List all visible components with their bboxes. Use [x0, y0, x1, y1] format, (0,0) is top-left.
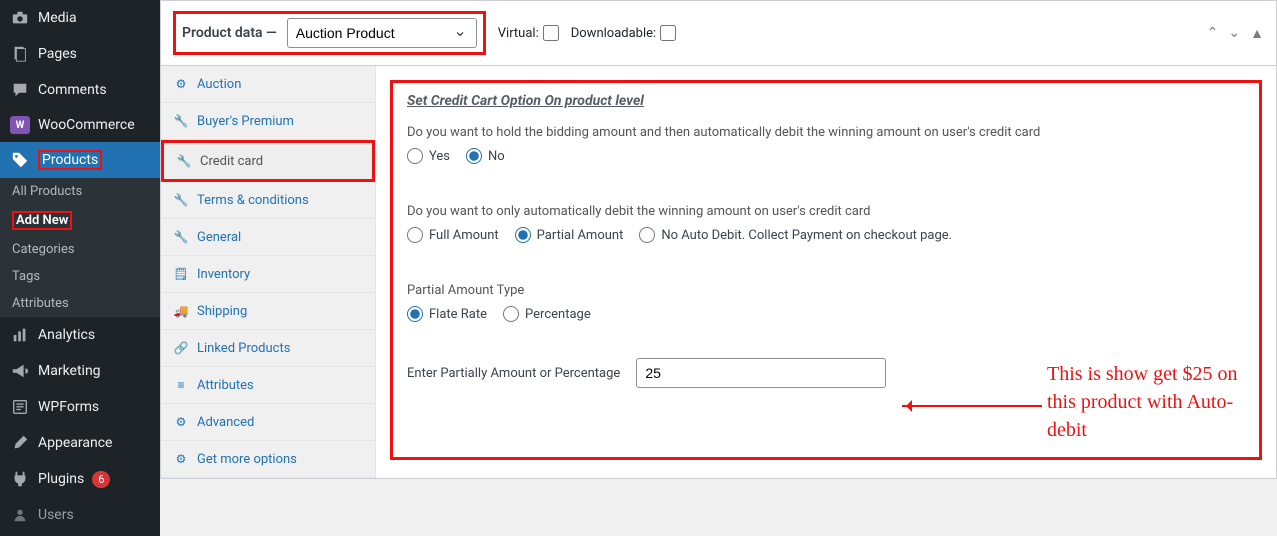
- tab-buyers-premium[interactable]: 🔧 Buyer's Premium: [161, 103, 375, 140]
- move-down-icon[interactable]: ⌄: [1228, 25, 1240, 42]
- sidebar-item-marketing[interactable]: Marketing: [0, 353, 160, 389]
- q3-flat[interactable]: Flate Rate: [407, 306, 487, 322]
- form-icon: [10, 397, 30, 417]
- tab-linked[interactable]: 🔗 Linked Products: [161, 330, 375, 367]
- q2-label: Do you want to only automatically debit …: [407, 204, 1245, 219]
- q1-yes[interactable]: Yes: [407, 148, 450, 164]
- sidebar-item-label: Analytics: [38, 327, 95, 343]
- truck-icon: 🚚: [173, 303, 189, 319]
- sidebar-item-label: Plugins: [38, 471, 84, 487]
- downloadable-checkbox[interactable]: [660, 25, 676, 41]
- tag-icon: [10, 150, 30, 170]
- q2-noauto[interactable]: No Auto Debit. Collect Payment on checko…: [639, 227, 952, 243]
- tab-general[interactable]: 🔧 General: [161, 219, 375, 256]
- sidebar-item-label: Users: [38, 507, 74, 523]
- submenu-tags[interactable]: Tags: [0, 263, 160, 290]
- camera-icon: [10, 8, 30, 28]
- sidebar-item-woocommerce[interactable]: W WooCommerce: [0, 108, 160, 142]
- sidebar-item-comments[interactable]: Comments: [0, 72, 160, 108]
- q1-label: Do you want to hold the bidding amount a…: [407, 125, 1245, 140]
- wrench-icon: 🔧: [173, 229, 189, 245]
- amount-label: Enter Partially Amount or Percentage: [407, 366, 620, 381]
- comment-icon: [10, 80, 30, 100]
- wrench-icon: 🔧: [173, 113, 189, 129]
- tab-terms[interactable]: 🔧 Terms & conditions: [161, 182, 375, 219]
- tab-attributes[interactable]: ≡ Attributes: [161, 367, 375, 404]
- tab-shipping[interactable]: 🚚 Shipping: [161, 293, 375, 330]
- move-up-icon[interactable]: ⌃: [1207, 25, 1219, 42]
- sidebar-item-label: Products: [38, 150, 102, 170]
- collapse-icon[interactable]: ▲: [1250, 25, 1264, 42]
- chart-icon: [10, 325, 30, 345]
- product-data-tabs: ⚙ Auction 🔧 Buyer's Premium 🔧 Credit car…: [161, 66, 376, 478]
- section-heading: Set Credit Cart Option On product level: [407, 93, 1245, 109]
- sidebar-item-label: Pages: [38, 46, 77, 62]
- admin-sidebar: Media Pages Comments W WooCommerce Produ…: [0, 0, 160, 536]
- product-type-select[interactable]: Auction Product: [287, 18, 477, 48]
- page-icon: [10, 44, 30, 64]
- sidebar-item-users[interactable]: Users: [0, 497, 160, 533]
- submenu-categories[interactable]: Categories: [0, 236, 160, 263]
- sidebar-item-label: WPForms: [38, 399, 99, 415]
- user-icon: [10, 505, 30, 525]
- sidebar-item-analytics[interactable]: Analytics: [0, 317, 160, 353]
- sidebar-item-wpforms[interactable]: WPForms: [0, 389, 160, 425]
- sidebar-item-label: Appearance: [38, 435, 112, 451]
- note-icon: 🗒: [173, 266, 189, 282]
- q3-percent[interactable]: Percentage: [503, 306, 591, 322]
- q2-partial[interactable]: Partial Amount: [515, 227, 624, 243]
- q2-full[interactable]: Full Amount: [407, 227, 499, 243]
- sidebar-item-media[interactable]: Media: [0, 0, 160, 36]
- gear-icon: ⚙: [173, 76, 189, 92]
- submenu-add-new[interactable]: Add New: [0, 205, 160, 236]
- sidebar-submenu-products: All Products Add New Categories Tags Att…: [0, 178, 160, 317]
- tab-inventory[interactable]: 🗒 Inventory: [161, 256, 375, 293]
- annotation-text: This is show get $25 on this product wit…: [1047, 360, 1257, 444]
- sidebar-item-label: Comments: [38, 82, 107, 98]
- tab-auction[interactable]: ⚙ Auction: [161, 66, 375, 103]
- product-data-header: Product data — Auction Product Virtual: …: [160, 0, 1277, 66]
- wrench-icon: 🔧: [173, 192, 189, 208]
- main-content: Product data — Auction Product Virtual: …: [160, 0, 1277, 536]
- product-data-label: Product data —: [182, 25, 277, 41]
- annotation-arrow: [902, 405, 1042, 407]
- link-icon: 🔗: [173, 340, 189, 356]
- gear-icon: ⚙: [173, 414, 189, 430]
- tab-advanced[interactable]: ⚙ Advanced: [161, 404, 375, 441]
- gear-icon: ⚙: [173, 451, 189, 467]
- sidebar-item-pages[interactable]: Pages: [0, 36, 160, 72]
- virtual-checkbox[interactable]: [543, 25, 559, 41]
- tab-credit-card[interactable]: 🔧 Credit card: [161, 140, 375, 182]
- sidebar-item-plugins[interactable]: Plugins 6: [0, 461, 160, 497]
- submenu-attributes[interactable]: Attributes: [0, 290, 160, 317]
- woocommerce-icon: W: [10, 116, 30, 134]
- sidebar-item-label: Marketing: [38, 363, 101, 379]
- q3-label: Partial Amount Type: [407, 283, 1245, 298]
- partial-amount-input[interactable]: [636, 358, 886, 388]
- list-icon: ≡: [173, 377, 189, 393]
- q1-no[interactable]: No: [466, 148, 505, 164]
- brush-icon: [10, 433, 30, 453]
- plugin-update-badge: 6: [92, 471, 110, 488]
- submenu-all-products[interactable]: All Products: [0, 178, 160, 205]
- wrench-icon: 🔧: [176, 153, 192, 169]
- megaphone-icon: [10, 361, 30, 381]
- sidebar-item-label: Media: [38, 10, 77, 26]
- plug-icon: [10, 469, 30, 489]
- virtual-checkbox-wrap[interactable]: Virtual:: [498, 25, 559, 41]
- metabox-toggles: ⌃ ⌄ ▲: [1207, 25, 1264, 42]
- tab-more-options[interactable]: ⚙ Get more options: [161, 441, 375, 478]
- sidebar-item-label: WooCommerce: [38, 117, 135, 133]
- downloadable-checkbox-wrap[interactable]: Downloadable:: [571, 25, 676, 41]
- sidebar-item-products[interactable]: Products: [0, 142, 160, 178]
- sidebar-item-appearance[interactable]: Appearance: [0, 425, 160, 461]
